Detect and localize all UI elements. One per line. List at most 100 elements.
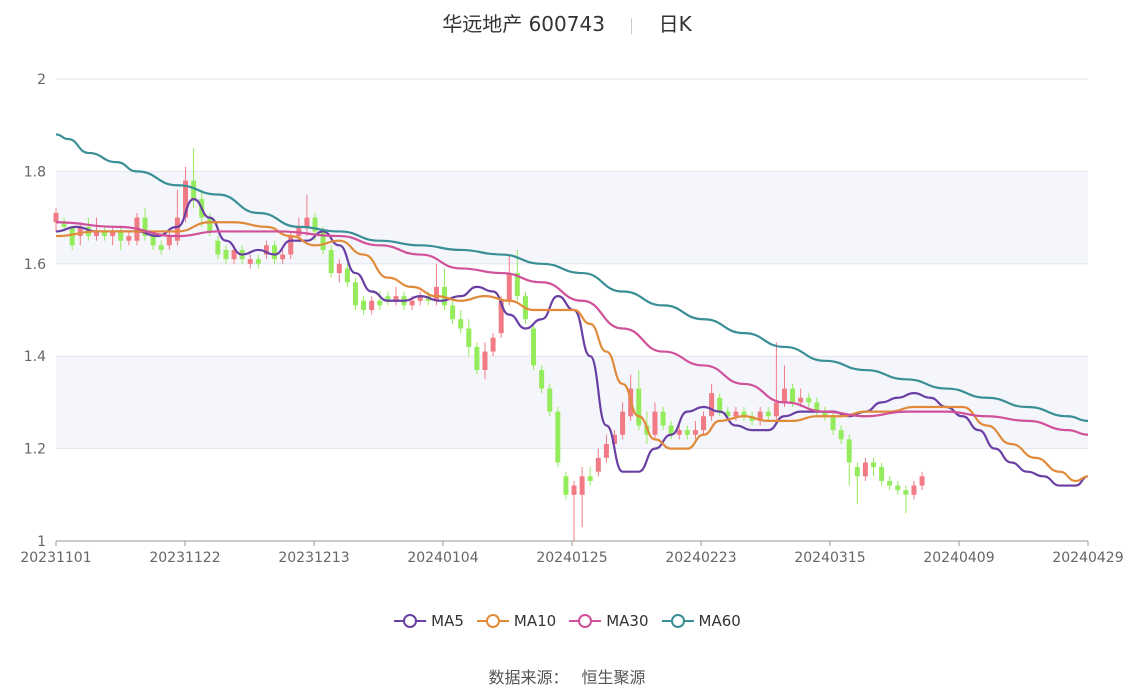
candle-body [450, 305, 456, 320]
candle-body [466, 328, 472, 347]
x-tick-label: 20240125 [536, 550, 607, 566]
candle-body [701, 416, 707, 431]
candle-body [288, 236, 294, 255]
candle-body [328, 249, 334, 274]
candle-body [717, 397, 723, 412]
y-tick-label: 1.8 [24, 164, 46, 180]
candle-body [709, 393, 715, 417]
legend-marker [670, 614, 685, 628]
candle-body [490, 337, 496, 352]
candlestick-chart: 1 1.2 1.4 1.6 1.8 2 20231101 20231122 20231213 20… [20, 72, 1123, 566]
legend-marker [485, 614, 500, 628]
y-tick-label: 1.4 [24, 349, 46, 365]
legend-line-icon [569, 614, 602, 628]
legend-line-icon [394, 614, 427, 628]
candle-body [806, 397, 812, 403]
candle-body [482, 351, 488, 371]
x-tick-label: 20240315 [794, 550, 865, 566]
y-tick-label: 1.2 [24, 442, 46, 458]
candle-body [919, 476, 925, 486]
x-tick-label: 20231122 [149, 550, 220, 566]
candle-body [336, 263, 342, 274]
candle-body [684, 430, 690, 435]
candle-body [280, 254, 286, 260]
x-tick-label: 20240223 [665, 550, 736, 566]
candle-body [369, 300, 375, 310]
candle-body [126, 236, 132, 241]
candle-body [911, 485, 917, 495]
candle-body [506, 273, 512, 301]
legend-item-ma60[interactable]: MA60 [661, 612, 741, 630]
candle-body [846, 439, 852, 463]
candle-body [174, 217, 180, 241]
candle-body [272, 245, 278, 260]
candle-body [531, 328, 537, 366]
candle-body [790, 388, 796, 403]
legend-item-ma10[interactable]: MA10 [476, 612, 556, 630]
candle-body [555, 411, 561, 463]
candle-body [69, 226, 75, 246]
candle-body [539, 370, 545, 389]
legend-marker [403, 614, 418, 628]
candle-body [652, 411, 658, 435]
x-tick-label: 20231213 [278, 550, 349, 566]
candle-body [53, 212, 59, 223]
x-tick-label: 20240104 [407, 550, 478, 566]
candle-body [166, 236, 172, 246]
legend-marker [578, 614, 593, 628]
candle-body [676, 430, 682, 435]
candle-body [207, 217, 213, 232]
legend-label: MA60 [698, 612, 741, 630]
grid-band [56, 356, 1088, 449]
candle-body [158, 245, 164, 250]
candle-body [571, 485, 577, 495]
candle-body [830, 416, 836, 431]
candle-body [547, 388, 553, 412]
legend-item-ma30[interactable]: MA30 [568, 612, 649, 630]
data-source: 数据来源： 恒生聚源 [0, 664, 1134, 688]
candle-body [887, 480, 893, 486]
candle-body [733, 411, 739, 417]
candle-body [595, 457, 601, 472]
candle-body [118, 231, 124, 241]
candle-body [409, 300, 415, 306]
candle-body [361, 300, 367, 310]
x-tick-label: 20231101 [20, 550, 91, 566]
candle-body [255, 259, 261, 264]
candle-body [377, 300, 383, 306]
legend-line-icon [661, 614, 694, 628]
source-name: 恒生聚源 [581, 668, 646, 687]
candle-body [871, 462, 877, 468]
candle-body [587, 476, 593, 481]
candle-body [304, 217, 310, 227]
candle-body [660, 411, 666, 426]
candle-body [773, 402, 779, 417]
y-tick-label: 2 [37, 72, 46, 88]
x-tick-label: 20240429 [1052, 550, 1123, 566]
candle-body [879, 467, 885, 481]
legend-label: MA5 [431, 612, 464, 630]
y-tick-label: 1 [37, 534, 46, 550]
candle-body [223, 249, 229, 260]
candle-body [798, 397, 804, 403]
candle-body [895, 485, 901, 491]
candle-body [862, 462, 868, 477]
candle-body [344, 268, 350, 283]
candle-body [215, 240, 221, 255]
candle-body [692, 430, 698, 435]
legend-item-ma5[interactable]: MA5 [393, 612, 464, 630]
candle-body [620, 411, 626, 435]
x-tick-label: 20240409 [923, 550, 994, 566]
candle-body [854, 467, 860, 477]
candle-body [458, 319, 464, 329]
candle-body [474, 346, 480, 371]
legend-line-icon [476, 614, 509, 628]
candle-body [765, 411, 771, 417]
y-tick-label: 1.6 [24, 257, 46, 273]
legend-label: MA10 [513, 612, 557, 630]
source-label: 数据来源： [488, 668, 569, 687]
candle-body [563, 476, 569, 495]
candle-body [838, 430, 844, 440]
legend-label: MA30 [606, 612, 649, 630]
candle-body [903, 490, 909, 495]
